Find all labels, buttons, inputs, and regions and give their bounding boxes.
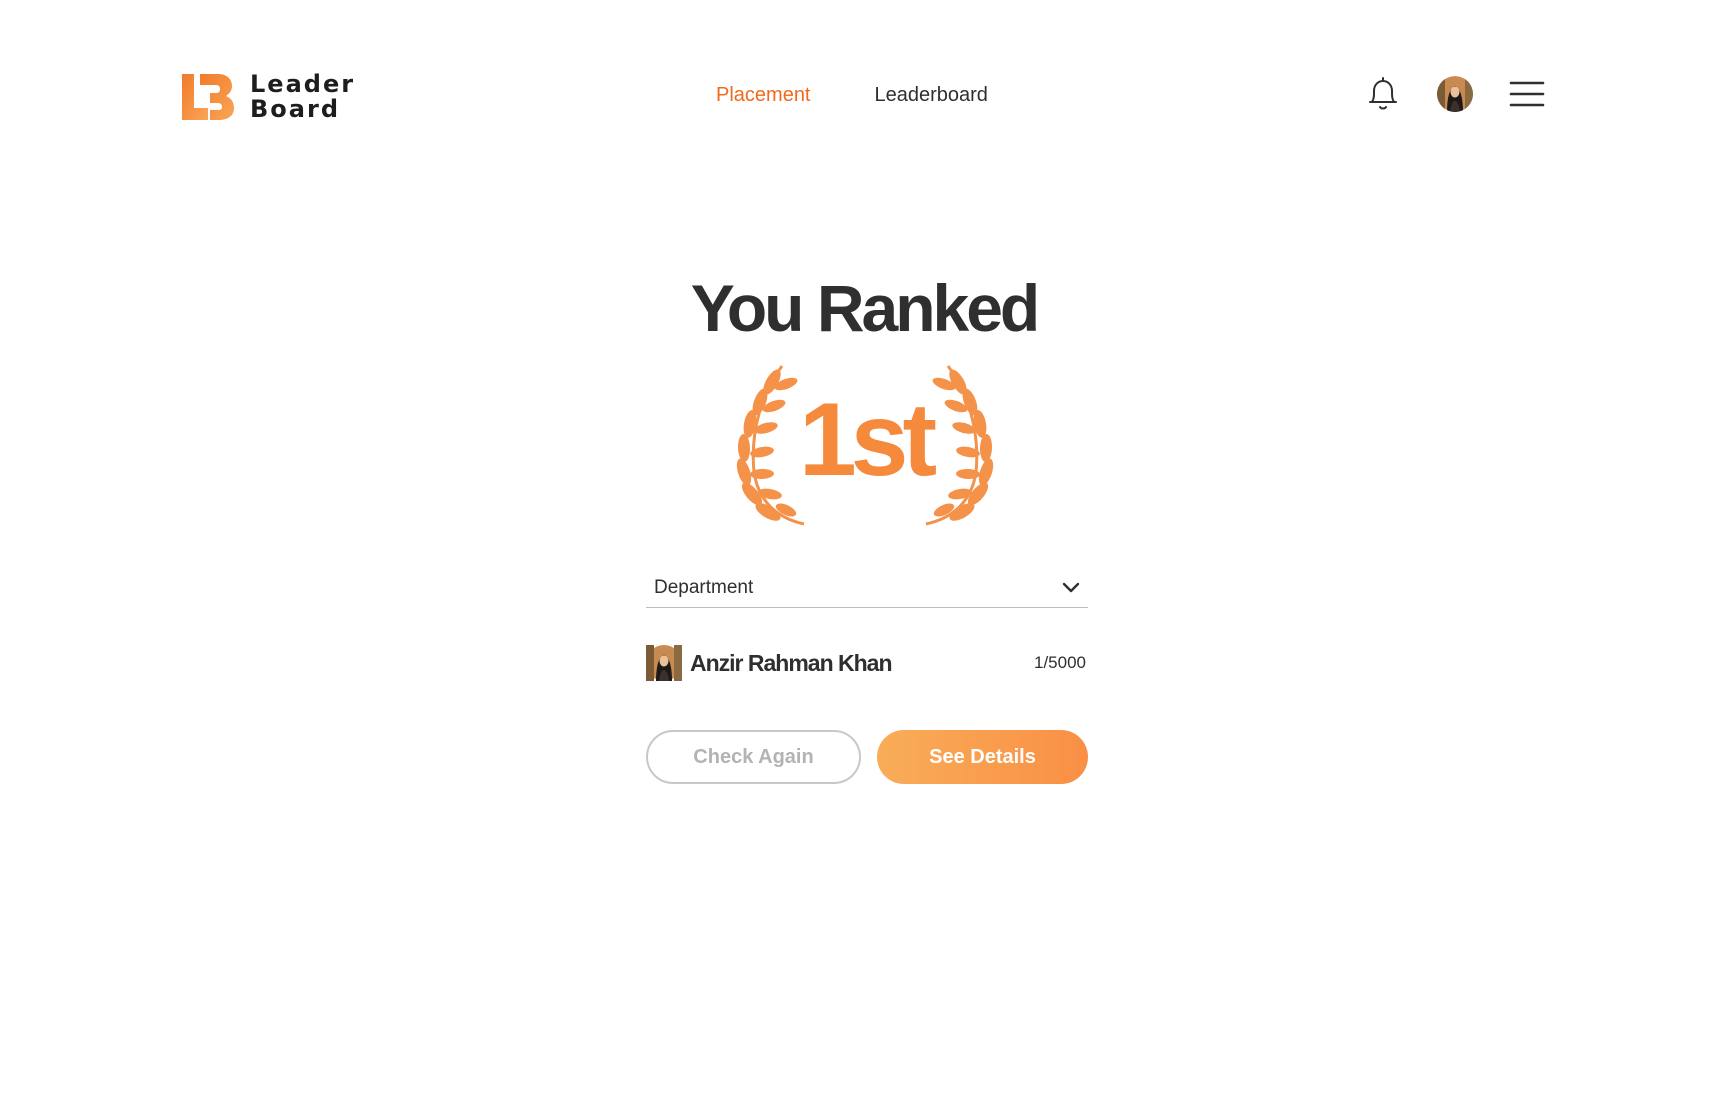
menu-button[interactable] [1509,76,1545,112]
brand-line-2: Board [250,95,340,123]
notifications-button[interactable] [1365,76,1401,112]
department-select[interactable]: Department [646,568,1088,608]
avatar[interactable] [1437,76,1473,112]
rank-value: 1st [798,382,937,498]
page: Leader Board Placement Leaderboard You R… [0,0,1728,1117]
logo-mark-icon [182,74,234,120]
nav-item-placement[interactable]: Placement [716,84,811,107]
chevron-down-icon [1062,582,1080,592]
action-buttons: Check Again See Details [646,730,1088,784]
user-score: 1/5000 [1034,653,1086,672]
nav-item-leaderboard[interactable]: Leaderboard [875,84,988,107]
brand-logo[interactable]: Leader Board [180,72,355,122]
menu-icon [1509,81,1545,107]
see-details-button[interactable]: See Details [877,730,1088,784]
main-nav: Placement Leaderboard [716,84,988,107]
brand-line-1: Leader [250,70,356,98]
page-title: You Ranked [690,271,1041,345]
rank-badge: 1st [722,362,1008,530]
avatar-image [1437,76,1473,112]
check-again-button[interactable]: Check Again [646,730,861,784]
result-row: Anzir Rahman Khan 1/5000 [646,644,1088,682]
brand-text: Leader Board [250,72,355,122]
user-name: Anzir Rahman Khan [690,649,893,676]
user-avatar [646,645,682,681]
department-select-label: Department [654,576,754,598]
result-user: Anzir Rahman Khan [646,645,893,681]
bell-icon [1369,77,1397,110]
header-actions [1365,76,1545,112]
